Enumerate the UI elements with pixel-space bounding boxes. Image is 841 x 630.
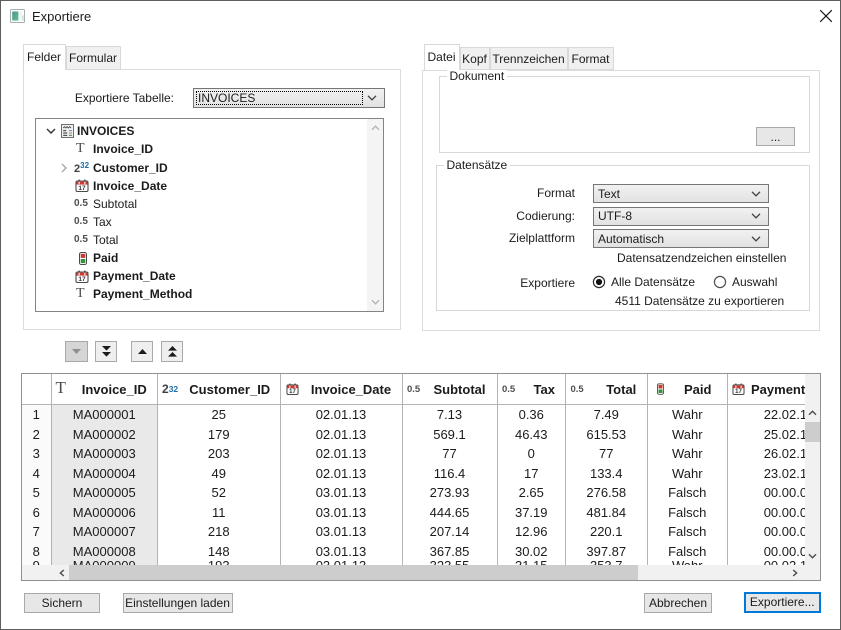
svg-text:17: 17: [289, 389, 296, 395]
svg-text:17: 17: [735, 389, 742, 395]
svg-text:17: 17: [78, 276, 86, 283]
svg-text:17: 17: [78, 185, 86, 192]
